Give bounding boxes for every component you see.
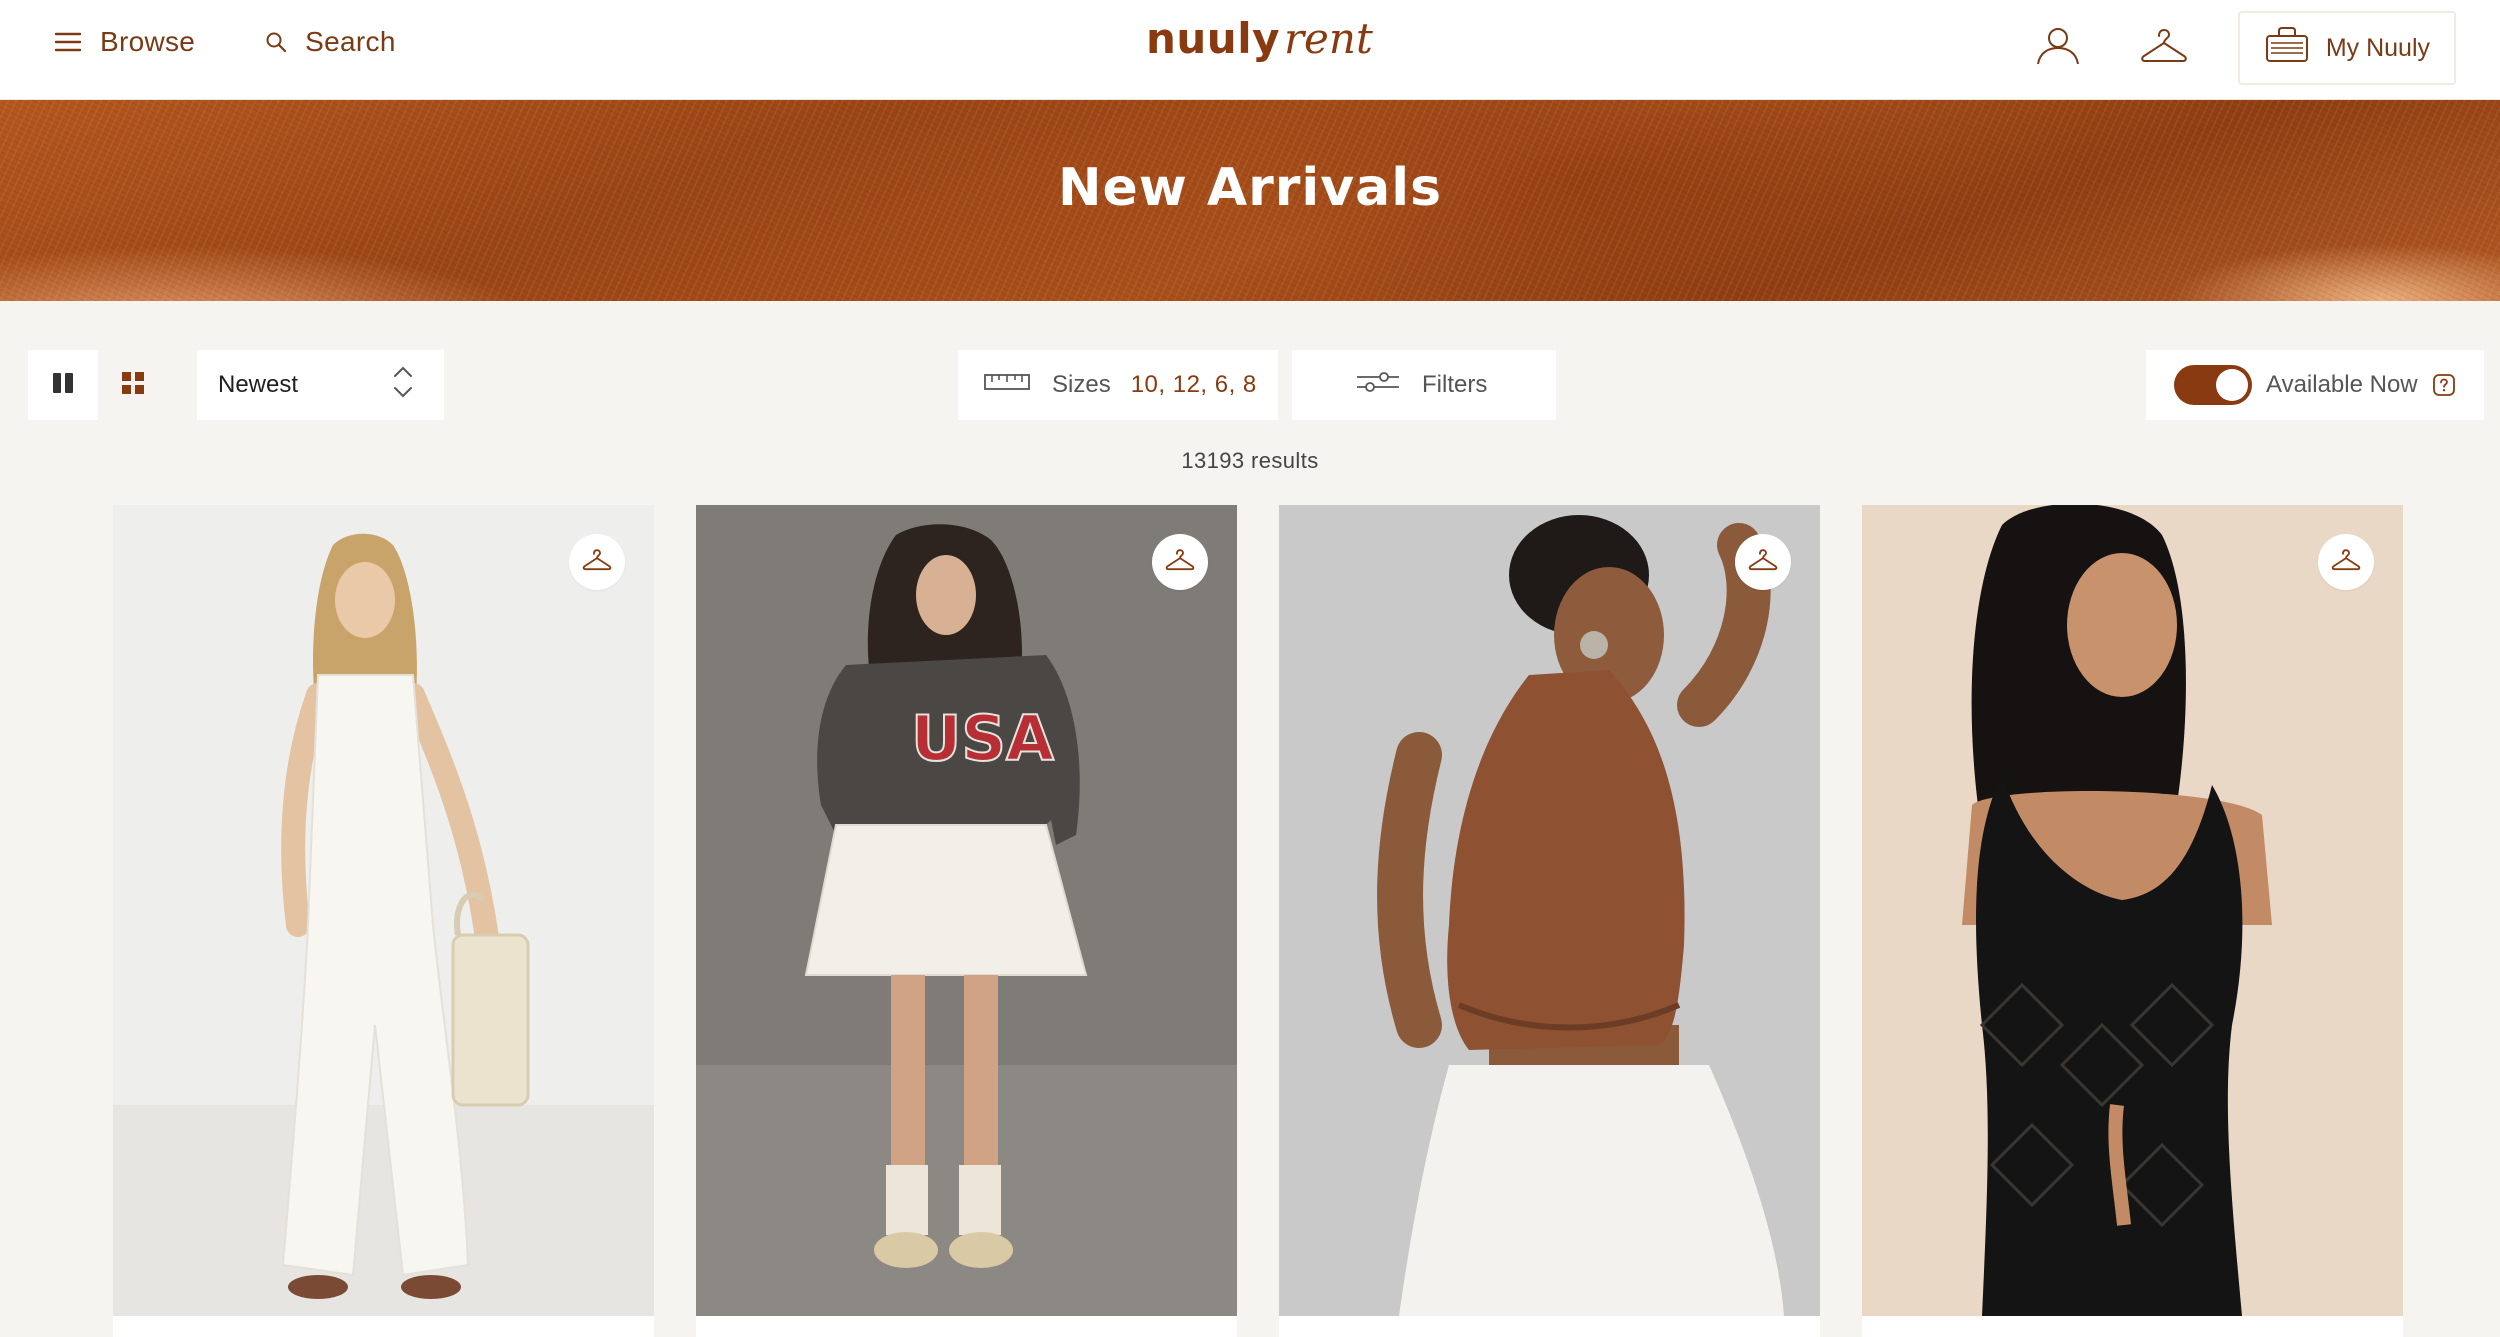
search-icon <box>265 31 287 53</box>
four-square-grid-icon <box>121 371 145 400</box>
two-column-view-button[interactable] <box>28 350 98 420</box>
hanger-icon <box>1165 548 1195 576</box>
product-card[interactable] <box>1862 505 2403 1337</box>
selected-sizes: 10, 12, 6, 8 <box>1130 371 1257 398</box>
available-now-filter: Available Now <box>2146 350 2484 420</box>
sizes-label: Sizes <box>1052 371 1111 398</box>
svg-text:USA: USA <box>911 702 1054 775</box>
results-count: 13193 results <box>1181 448 1319 473</box>
browse-label: Browse <box>100 26 196 57</box>
account-button[interactable] <box>2018 8 2098 88</box>
nuuly-rent-logo[interactable]: nuuly rent <box>1146 14 1373 74</box>
page-title: New Arrivals <box>1057 158 1443 218</box>
sort-select[interactable]: Newest <box>197 350 444 420</box>
my-nuuly-label: My Nuuly <box>2325 33 2430 62</box>
filters-label: Filters <box>1422 371 1488 398</box>
product-image[interactable] <box>1279 505 1820 1316</box>
toggle-knob <box>2216 369 2248 401</box>
logo-main-text: nuuly <box>1146 14 1280 63</box>
sort-chevrons-icon <box>392 365 414 406</box>
menu-icon <box>54 31 82 53</box>
four-column-view-button[interactable] <box>98 350 168 420</box>
available-now-toggle[interactable] <box>2174 365 2252 405</box>
available-now-label: Available Now <box>2266 371 2418 398</box>
closet-button[interactable] <box>2124 8 2204 88</box>
product-card[interactable]: USA <box>696 505 1237 1337</box>
product-card[interactable] <box>113 505 654 1337</box>
nav-right: My Nuuly <box>2018 8 2456 88</box>
sizes-filter-button[interactable]: Sizes 10, 12, 6, 8 <box>958 350 1278 420</box>
add-to-closet-button[interactable] <box>569 534 625 590</box>
product-image[interactable]: USA <box>696 505 1237 1316</box>
hanger-icon <box>2331 548 2361 576</box>
ruler-icon <box>984 371 1030 399</box>
user-icon <box>2035 26 2081 71</box>
add-to-closet-button[interactable] <box>1735 534 1791 590</box>
help-icon[interactable] <box>2432 373 2456 397</box>
search-label: Search <box>305 26 396 57</box>
browse-button[interactable]: Browse <box>54 26 195 58</box>
hanger-icon <box>2140 28 2188 69</box>
add-to-closet-button[interactable] <box>2318 534 2374 590</box>
tote-bag-icon <box>2264 26 2310 70</box>
add-to-closet-button[interactable] <box>1152 534 1208 590</box>
hero-banner: New Arrivals <box>0 100 2500 301</box>
search-button[interactable]: Search <box>265 26 396 58</box>
top-navigation: Browse Search nuuly rent My Nuuly <box>0 0 2500 100</box>
hanger-icon <box>582 548 612 576</box>
hanger-icon <box>1748 548 1778 576</box>
my-nuuly-button[interactable]: My Nuuly <box>2237 11 2456 85</box>
nav-left: Browse Search <box>54 26 396 58</box>
two-column-grid-icon <box>52 372 74 399</box>
sliders-icon <box>1356 370 1400 401</box>
sort-value: Newest <box>218 371 299 398</box>
logo-sub-text: rent <box>1283 14 1373 63</box>
product-image[interactable] <box>1862 505 2403 1316</box>
filters-button[interactable]: Filters <box>1292 350 1556 420</box>
product-card[interactable] <box>1279 505 1820 1337</box>
product-image[interactable] <box>113 505 654 1316</box>
